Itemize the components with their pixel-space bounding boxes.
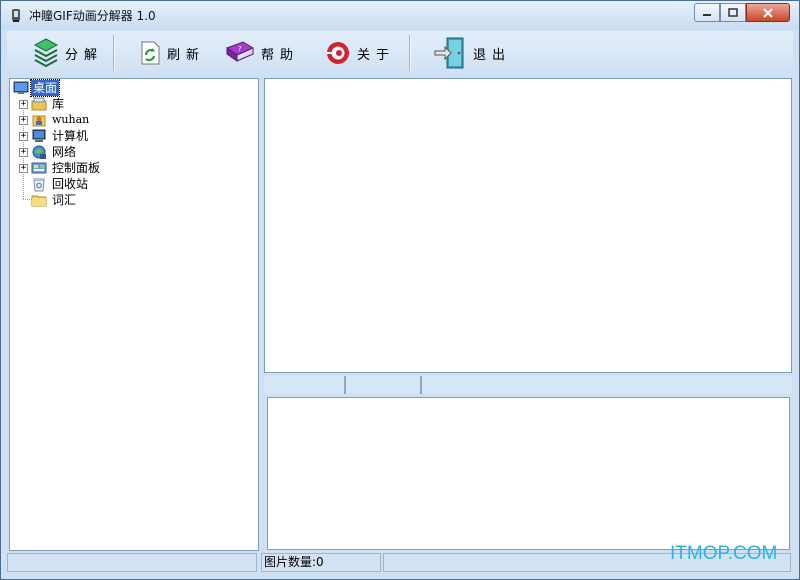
frame-list-panel[interactable] [267, 397, 790, 550]
tree-item-desktop[interactable]: 桌面 [10, 79, 258, 97]
image-count-status: 图片数量:0 [261, 553, 381, 572]
svg-text:?: ? [238, 45, 242, 53]
status-pane [7, 553, 257, 572]
tree-item-computer[interactable]: + 计算机 [10, 128, 258, 144]
tree-item-library[interactable]: + 库 [10, 96, 258, 112]
computer-icon [32, 129, 46, 142]
help-label: 帮助 [261, 47, 300, 63]
tree-label: wuhan [52, 113, 90, 126]
watermark-text: ITMOP.COM [670, 543, 778, 564]
exit-door-icon [434, 37, 464, 69]
toolbar: 分解 刷新 ? 帮助 关于 退出 [7, 31, 793, 75]
minimize-button[interactable] [694, 3, 720, 22]
maximize-button[interactable] [720, 3, 746, 22]
tree-item-network[interactable]: + 网络 [10, 144, 258, 160]
folder-tree[interactable]: 桌面 + 库 + wuhan + 计算机 + 网络 + 控制面板 回收站 词汇 [9, 78, 259, 551]
tree-label: 控制面板 [52, 161, 101, 175]
tree-label: 桌面 [29, 79, 61, 97]
column-header[interactable] [264, 376, 346, 394]
folder-icon [31, 195, 47, 207]
help-button[interactable]: ? 帮助 [223, 35, 299, 71]
split-button[interactable]: 分解 [33, 35, 103, 71]
recycle-bin-icon [33, 178, 45, 192]
frame-list-header [264, 376, 792, 394]
tree-label: 词汇 [52, 193, 77, 207]
tree-label: 网络 [52, 145, 77, 159]
image-preview-panel[interactable] [264, 78, 792, 373]
minimize-icon [703, 13, 711, 16]
desktop-icon [13, 81, 29, 94]
app-icon [12, 9, 20, 22]
expand-toggle[interactable]: + [19, 148, 28, 157]
expand-toggle[interactable]: + [19, 100, 28, 109]
maximize-icon [728, 8, 738, 17]
tree-item-vocabulary[interactable]: 词汇 [10, 192, 258, 208]
split-label: 分解 [65, 47, 104, 63]
layers-icon [33, 38, 59, 68]
network-icon [32, 145, 46, 159]
app-window: 冲瞳GIF动画分解器 1.0 分解 刷新 ? 帮助 关于 退出 桌面 + 库 +… [0, 0, 800, 580]
tree-label: 回收站 [52, 177, 89, 191]
about-icon [327, 42, 349, 64]
tree-item-user[interactable]: + wuhan [10, 112, 258, 128]
close-icon [763, 7, 773, 18]
exit-button[interactable]: 退出 [433, 35, 511, 71]
tree-item-recycle-bin[interactable]: 回收站 [10, 176, 258, 192]
expand-toggle[interactable]: + [19, 116, 28, 125]
toolbar-separator [409, 35, 410, 71]
toolbar-separator [113, 35, 114, 71]
column-header[interactable] [346, 376, 422, 394]
about-label: 关于 [357, 47, 396, 63]
tree-label: 计算机 [52, 129, 89, 143]
expand-toggle[interactable]: + [19, 164, 28, 173]
about-button[interactable]: 关于 [325, 35, 395, 71]
refresh-icon [141, 41, 160, 65]
library-icon [31, 97, 47, 111]
help-book-icon: ? [225, 41, 255, 62]
refresh-button[interactable]: 刷新 [139, 35, 205, 71]
user-folder-icon [32, 115, 46, 127]
title-bar[interactable]: 冲瞳GIF动画分解器 1.0 [1, 1, 799, 29]
tree-label: 库 [52, 97, 65, 111]
refresh-label: 刷新 [167, 47, 206, 63]
close-button[interactable] [746, 3, 790, 22]
tree-item-control-panel[interactable]: + 控制面板 [10, 160, 258, 176]
window-title: 冲瞳GIF动画分解器 1.0 [29, 9, 156, 23]
expand-toggle[interactable]: + [19, 132, 28, 141]
control-panel-icon [31, 162, 47, 174]
exit-label: 退出 [473, 47, 512, 63]
